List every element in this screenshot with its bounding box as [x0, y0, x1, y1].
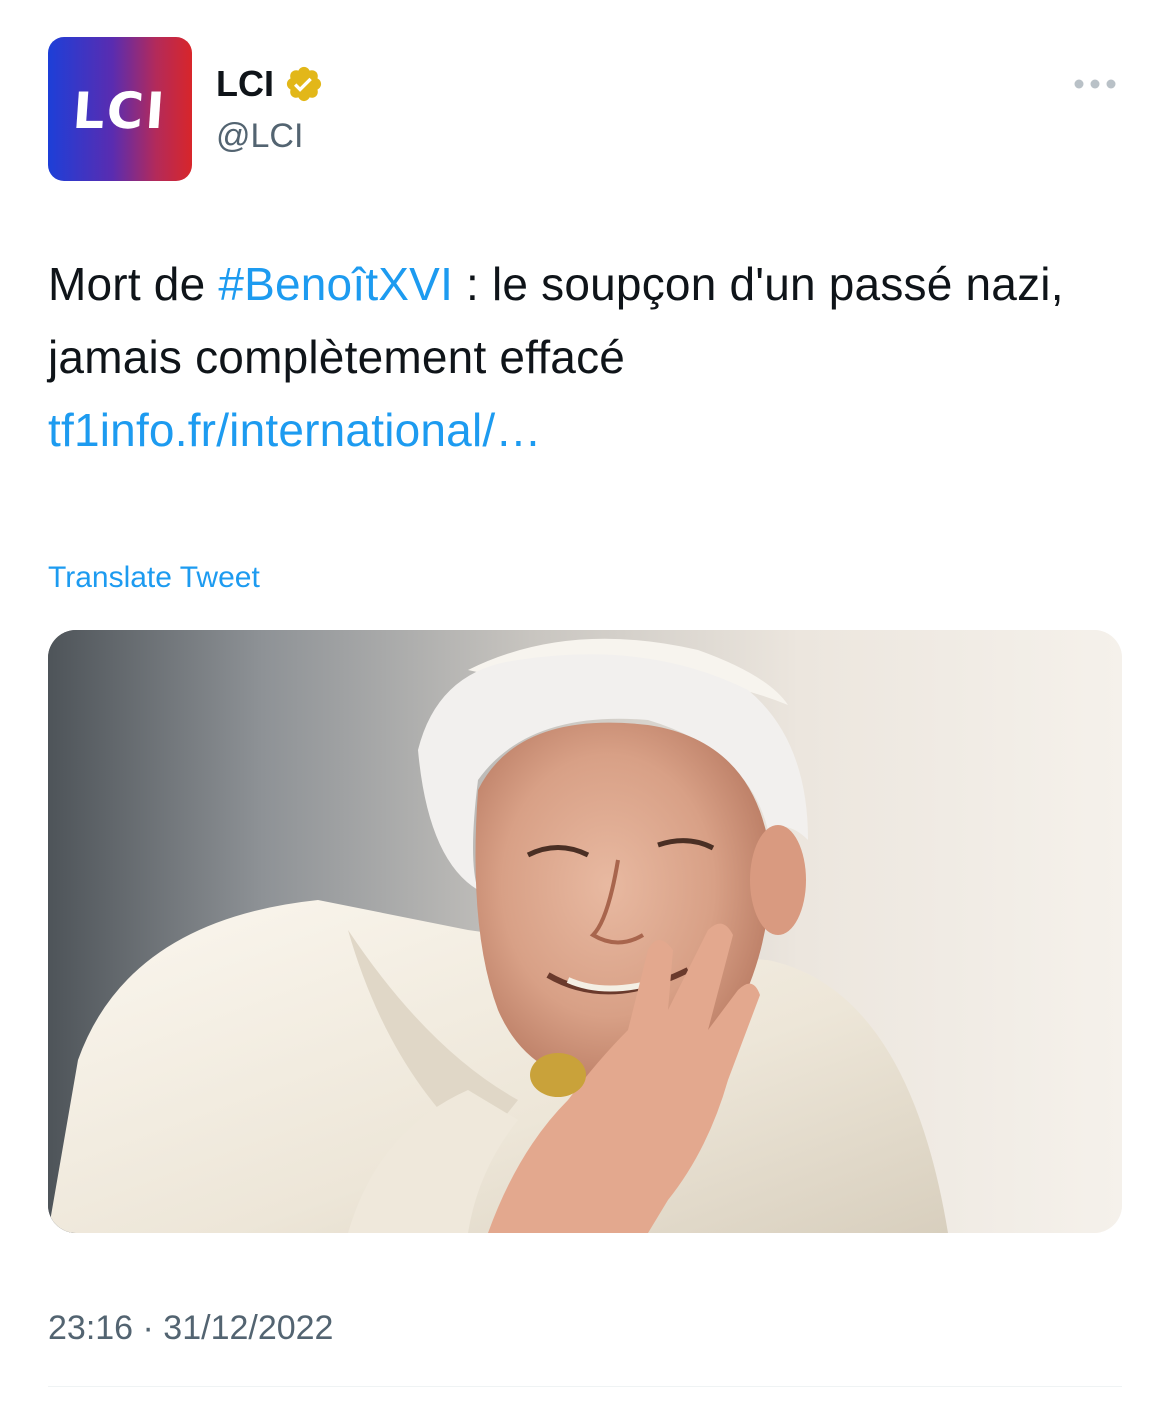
avatar-logo-text: LCI	[71, 82, 169, 140]
more-dots-icon[interactable]	[1072, 72, 1118, 96]
tweet-photo[interactable]	[48, 630, 1122, 1233]
url-link[interactable]: tf1info.fr/international/…	[48, 404, 542, 456]
tweet-timestamp[interactable]: 23:16 · 31/12/2022	[48, 1306, 333, 1350]
photo-illustration	[48, 630, 1122, 1233]
handle[interactable]: @LCI	[216, 114, 303, 158]
verified-badge-icon	[286, 66, 322, 102]
tweet: LCI LCI @LCI Mort de #BenoîtXVI : le sou…	[0, 0, 1170, 1402]
hashtag-link[interactable]: #BenoîtXVI	[218, 258, 453, 310]
tweet-text: Mort de #BenoîtXVI : le soupçon d'un pas…	[48, 248, 1128, 467]
translate-tweet-link[interactable]: Translate Tweet	[48, 558, 260, 598]
display-name[interactable]: LCI	[216, 62, 274, 106]
tweet-text-before: Mort de	[48, 258, 219, 310]
divider	[48, 1386, 1122, 1387]
avatar[interactable]: LCI	[48, 37, 192, 181]
display-name-row[interactable]: LCI	[216, 62, 324, 106]
